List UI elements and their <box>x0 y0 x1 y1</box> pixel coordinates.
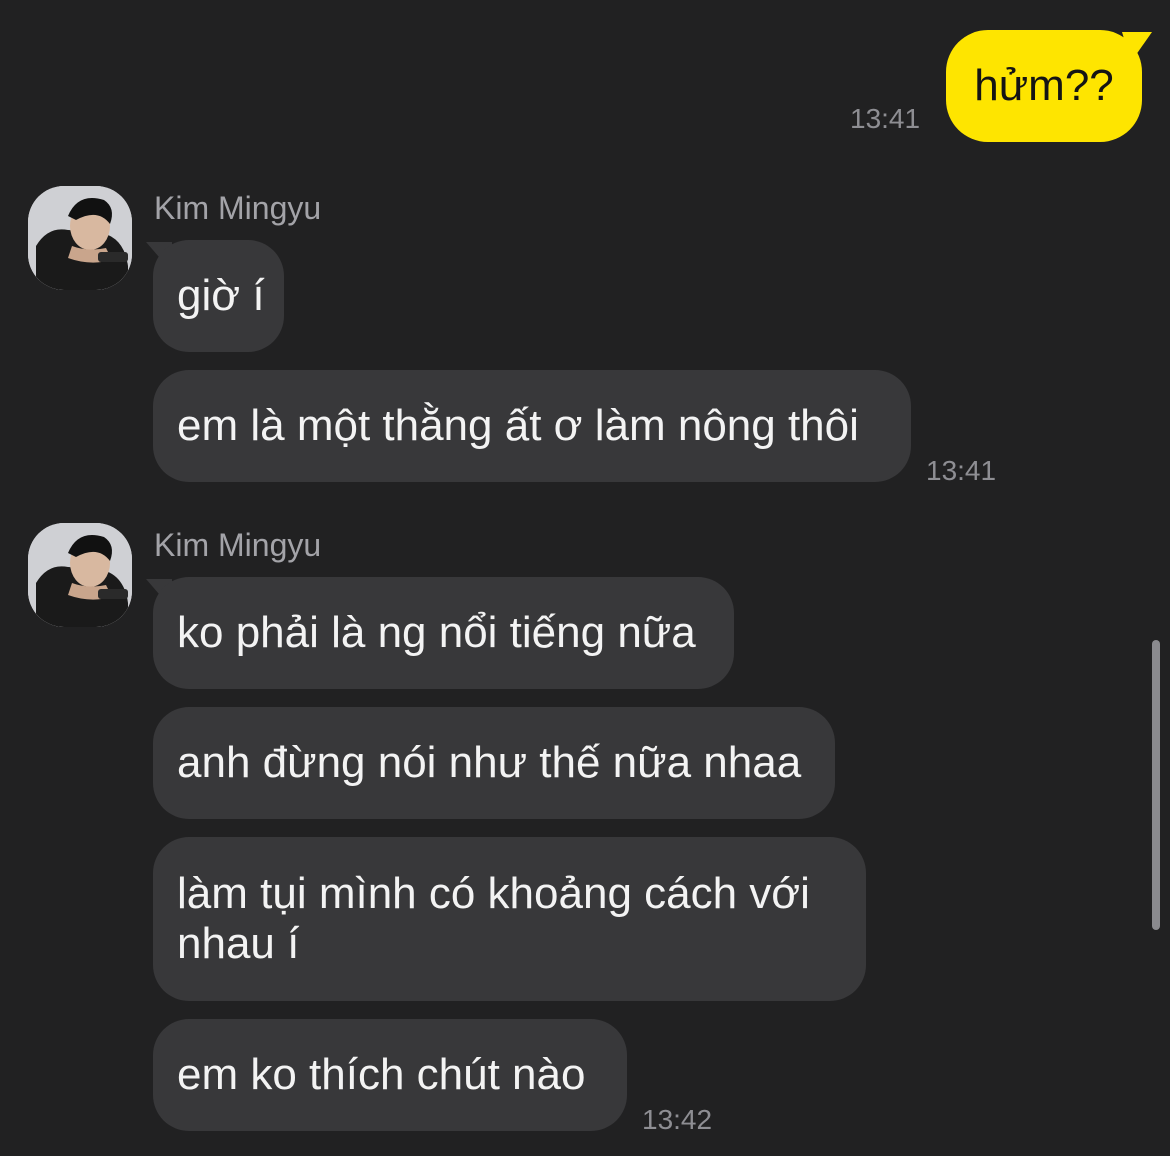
chat-view[interactable]: hửm?? 13:41 Kim Mingyu giờ í em là một t… <box>0 0 1170 1156</box>
incoming-message-bubble[interactable]: giờ í <box>153 240 284 352</box>
outgoing-message-bubble[interactable]: hửm?? <box>946 30 1142 142</box>
incoming-message-bubble[interactable]: ko phải là ng nổi tiếng nữa <box>153 577 734 689</box>
message-text: em là một thằng ất ơ làm nông thôi <box>177 401 859 450</box>
sender-avatar[interactable] <box>28 186 132 290</box>
message-timestamp: 13:41 <box>926 455 997 486</box>
sender-name: Kim Mingyu <box>154 190 322 226</box>
message-text: em ko thích chút nào <box>177 1050 586 1099</box>
message-text: làm tụi mình có khoảng cách với nhau í <box>177 869 810 968</box>
message-text: hửm?? <box>974 61 1114 110</box>
incoming-message-bubble[interactable]: anh đừng nói như thế nữa nhaa <box>153 707 835 819</box>
message-timestamp: 13:41 <box>850 103 921 134</box>
incoming-message-bubble[interactable]: làm tụi mình có khoảng cách với nhau í <box>153 837 866 1001</box>
vertical-scrollbar[interactable] <box>1152 640 1160 930</box>
sender-name: Kim Mingyu <box>154 527 322 563</box>
message-timestamp: 13:42 <box>642 1104 713 1135</box>
message-text: anh đừng nói như thế nữa nhaa <box>177 738 802 787</box>
avatar-photo-icon <box>28 523 132 627</box>
message-text: giờ í <box>177 271 265 320</box>
sender-avatar[interactable] <box>28 523 132 627</box>
incoming-message-bubble[interactable]: em ko thích chút nào <box>153 1019 627 1131</box>
message-text: ko phải là ng nổi tiếng nữa <box>177 608 696 657</box>
avatar-photo-icon <box>28 186 132 290</box>
incoming-message-bubble[interactable]: em là một thằng ất ơ làm nông thôi <box>153 370 911 482</box>
